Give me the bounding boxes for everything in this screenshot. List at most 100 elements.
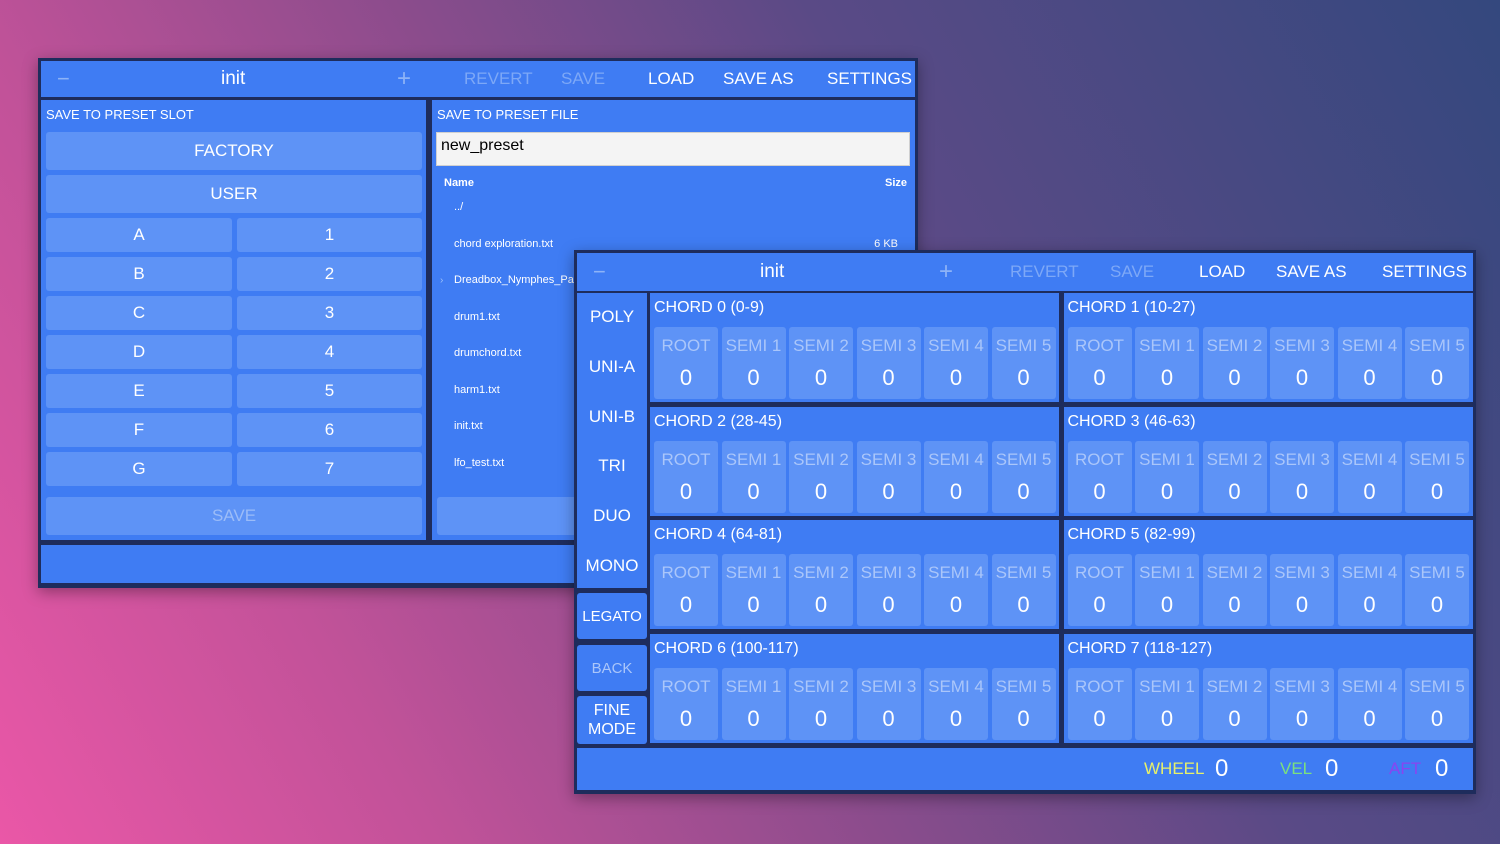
revert-button[interactable]: REVERT xyxy=(464,61,533,97)
chord-note-cell[interactable]: ROOT 0 xyxy=(654,327,718,399)
load-button[interactable]: LOAD xyxy=(648,61,694,97)
chord-note-cell[interactable]: SEMI 2 0 xyxy=(789,327,853,399)
slot-letter-button[interactable]: C xyxy=(46,296,232,330)
voice-mode-tri[interactable]: TRI xyxy=(578,450,646,482)
chord-note-cell[interactable]: SEMI 4 0 xyxy=(1337,668,1402,741)
chord-note-cell[interactable]: SEMI 3 0 xyxy=(1270,554,1334,627)
slot-letter-button[interactable]: G xyxy=(46,452,232,486)
save-slot-button[interactable]: SAVE xyxy=(46,497,422,535)
minus-icon[interactable]: − xyxy=(593,253,606,291)
chord-note-cell[interactable]: SEMI 5 0 xyxy=(991,668,1056,741)
chord-note-cell[interactable]: SEMI 2 0 xyxy=(1202,327,1267,399)
chord-note-cell[interactable]: SEMI 2 0 xyxy=(789,554,853,627)
revert-button[interactable]: REVERT xyxy=(1010,253,1079,291)
legato-button[interactable]: LEGATO xyxy=(577,593,647,639)
chord-note-cell[interactable]: ROOT 0 xyxy=(1067,668,1132,741)
file-row[interactable]: ../ xyxy=(440,190,904,224)
note-value: 0 xyxy=(1160,478,1174,504)
chord-note-cell[interactable]: ROOT 0 xyxy=(654,668,718,741)
slot-number-button[interactable]: 7 xyxy=(237,452,422,486)
chord-note-cell[interactable]: SEMI 4 0 xyxy=(924,668,988,741)
chord-note-cell[interactable]: SEMI 1 0 xyxy=(721,668,786,741)
voice-mode-uni-a[interactable]: UNI-A xyxy=(578,351,646,383)
chord-note-cell[interactable]: SEMI 2 0 xyxy=(1202,668,1267,741)
slot-number-button[interactable]: 6 xyxy=(237,413,422,447)
chord-note-cell[interactable]: SEMI 5 0 xyxy=(991,327,1056,399)
voice-mode-mono[interactable]: MONO xyxy=(578,550,646,582)
filename-input[interactable]: new_preset xyxy=(436,132,910,166)
chord-note-cell[interactable]: ROOT 0 xyxy=(1067,554,1132,627)
chord-note-cell[interactable]: SEMI 3 0 xyxy=(856,440,921,513)
chord-note-cell[interactable]: SEMI 3 0 xyxy=(856,554,921,627)
slot-number-button[interactable]: 2 xyxy=(237,257,422,291)
chord-note-cell[interactable]: SEMI 2 0 xyxy=(1202,440,1267,513)
chord-note-cell[interactable]: SEMI 1 0 xyxy=(721,554,786,627)
note-value: 0 xyxy=(1430,706,1444,732)
chord-note-cell[interactable]: ROOT 0 xyxy=(1067,327,1132,399)
chord-note-cell[interactable]: SEMI 3 0 xyxy=(1270,668,1334,741)
slot-letter-button[interactable]: B xyxy=(46,257,232,291)
chord-note-cell[interactable]: ROOT 0 xyxy=(654,440,718,513)
chord-note-cell[interactable]: SEMI 5 0 xyxy=(1405,440,1469,513)
save-top-button[interactable]: SAVE xyxy=(1110,253,1154,291)
chord-note-cell[interactable]: SEMI 1 0 xyxy=(1135,440,1199,513)
voice-mode-uni-b[interactable]: UNI-B xyxy=(578,401,646,433)
chord-note-cell[interactable]: SEMI 5 0 xyxy=(991,440,1056,513)
chord-note-cell[interactable]: SEMI 3 0 xyxy=(856,668,921,741)
chord-note-cell[interactable]: ROOT 0 xyxy=(1067,440,1132,513)
voice-mode-duo[interactable]: DUO xyxy=(578,500,646,532)
chord-note-cell[interactable]: SEMI 2 0 xyxy=(789,440,853,513)
plus-icon[interactable]: + xyxy=(397,61,411,97)
chord-note-cell[interactable]: SEMI 2 0 xyxy=(1202,554,1267,627)
note-label: SEMI 1 xyxy=(725,336,782,355)
save-top-button[interactable]: SAVE xyxy=(561,61,605,97)
chord-note-cell[interactable]: SEMI 3 0 xyxy=(856,327,921,399)
fine-mode-button[interactable]: FINE MODE xyxy=(577,696,647,744)
slot-letter-button[interactable]: E xyxy=(46,374,232,408)
slot-number-button[interactable]: 3 xyxy=(237,296,422,330)
name-column-header: Name xyxy=(444,177,474,189)
slot-number-button[interactable]: 1 xyxy=(237,218,422,252)
chord-note-cell[interactable]: SEMI 1 0 xyxy=(721,440,786,513)
chord-note-cell[interactable]: ROOT 0 xyxy=(654,554,718,627)
chord-note-cell[interactable]: SEMI 4 0 xyxy=(1337,554,1402,627)
chord-note-cell[interactable]: SEMI 5 0 xyxy=(991,554,1056,627)
chord-note-cell[interactable]: SEMI 1 0 xyxy=(721,327,786,399)
save-as-button[interactable]: SAVE AS xyxy=(723,61,794,97)
slot-number-button[interactable]: 5 xyxy=(237,374,422,408)
chord-note-cell[interactable]: SEMI 4 0 xyxy=(924,440,988,513)
slot-number-button[interactable]: 4 xyxy=(237,335,422,369)
settings-button[interactable]: SETTINGS xyxy=(827,61,912,97)
chord-note-cell[interactable]: SEMI 3 0 xyxy=(1270,440,1334,513)
note-label: SEMI 4 xyxy=(1341,449,1398,469)
chord-note-cell[interactable]: SEMI 4 0 xyxy=(924,327,988,399)
note-label: SEMI 2 xyxy=(793,563,849,583)
chord-note-cell[interactable]: SEMI 4 0 xyxy=(1337,327,1402,399)
chord-note-cell[interactable]: SEMI 5 0 xyxy=(1405,554,1469,627)
status-bar: WHEEL 0 VEL 0 AFT 0 xyxy=(577,748,1473,790)
load-button[interactable]: LOAD xyxy=(1199,253,1245,291)
file-name: drumchord.txt xyxy=(454,347,522,359)
chord-note-cell[interactable]: SEMI 4 0 xyxy=(1337,440,1402,513)
note-value: 0 xyxy=(949,592,963,618)
note-label: SEMI 2 xyxy=(793,449,849,469)
slot-letter-button[interactable]: A xyxy=(46,218,232,252)
chord-note-cell[interactable]: SEMI 5 0 xyxy=(1405,327,1469,399)
minus-icon[interactable]: − xyxy=(57,61,70,97)
voice-mode-poly[interactable]: POLY xyxy=(578,301,646,333)
factory-button[interactable]: FACTORY xyxy=(46,132,422,170)
slot-letter-button[interactable]: D xyxy=(46,335,232,369)
back-button[interactable]: BACK xyxy=(577,645,647,691)
slot-letter-button[interactable]: F xyxy=(46,413,232,447)
save-as-button[interactable]: SAVE AS xyxy=(1276,253,1347,291)
chord-note-cell[interactable]: SEMI 1 0 xyxy=(1135,668,1199,741)
settings-button[interactable]: SETTINGS xyxy=(1382,253,1467,291)
chord-note-cell[interactable]: SEMI 4 0 xyxy=(924,554,988,627)
chord-note-cell[interactable]: SEMI 1 0 xyxy=(1135,327,1199,399)
user-button[interactable]: USER xyxy=(46,175,422,213)
plus-icon[interactable]: + xyxy=(939,253,953,291)
chord-note-cell[interactable]: SEMI 5 0 xyxy=(1405,668,1469,741)
chord-note-cell[interactable]: SEMI 1 0 xyxy=(1135,554,1199,627)
chord-note-cell[interactable]: SEMI 2 0 xyxy=(789,668,853,741)
chord-note-cell[interactable]: SEMI 3 0 xyxy=(1270,327,1334,399)
